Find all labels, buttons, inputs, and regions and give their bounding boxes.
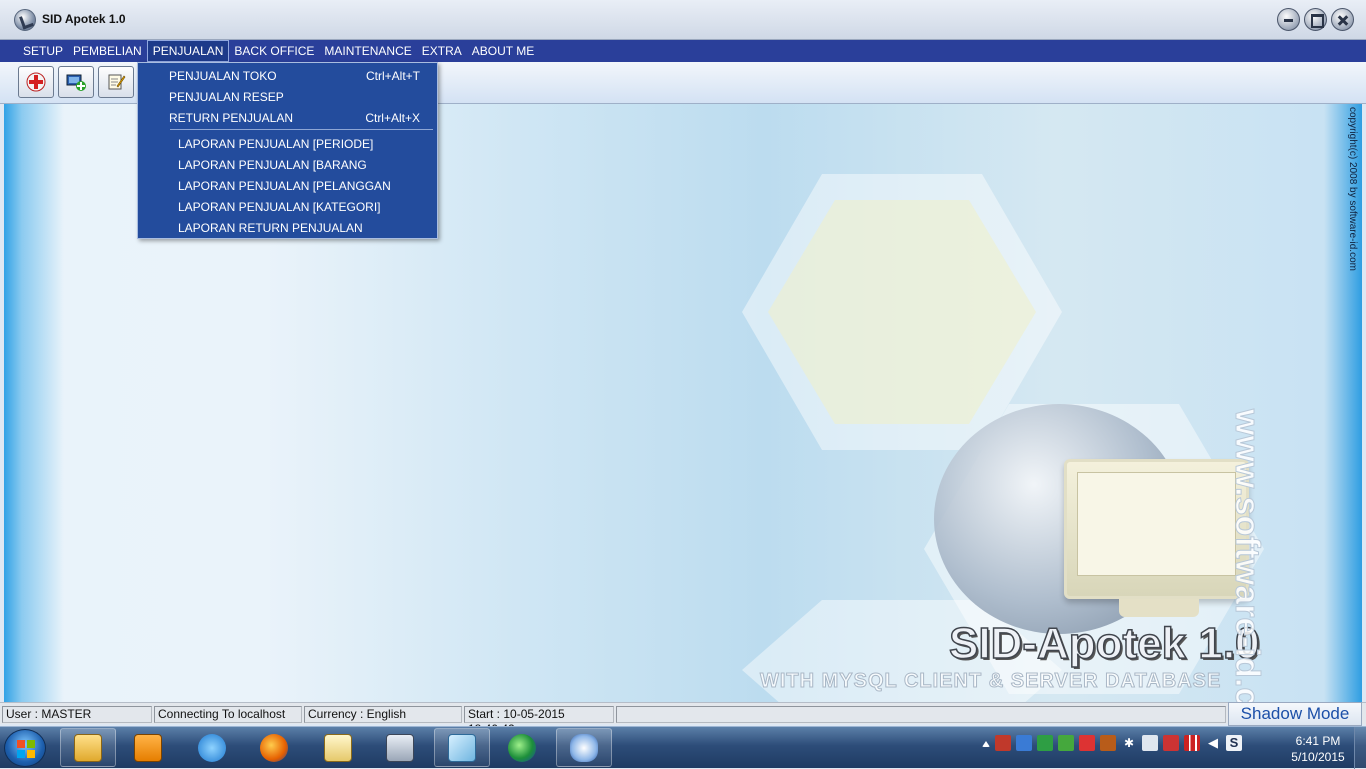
menu-item-laporan-periode[interactable]: LAPORAN PENJUALAN [PERIODE] bbox=[138, 134, 437, 155]
minimize-button[interactable] bbox=[1277, 8, 1300, 31]
menu-item-penjualan-toko[interactable]: PENJUALAN TOKO Ctrl+Alt+T bbox=[138, 66, 437, 87]
skype-s-icon[interactable]: S bbox=[1226, 735, 1242, 751]
taskbar-notepad-app[interactable] bbox=[310, 728, 366, 767]
folder-icon bbox=[74, 733, 102, 762]
title-bar: SID Apotek 1.0 bbox=[0, 0, 1366, 40]
update-icon[interactable] bbox=[1058, 735, 1074, 751]
monitor-image bbox=[1064, 459, 1249, 599]
windows-logo-icon bbox=[17, 740, 35, 758]
bluetooth-icon[interactable]: ✱ bbox=[1121, 735, 1137, 751]
menu-separator bbox=[170, 129, 433, 130]
penjualan-dropdown: PENJUALAN TOKO Ctrl+Alt+T PENJUALAN RESE… bbox=[137, 62, 438, 239]
start-button[interactable] bbox=[4, 729, 46, 767]
taskbar-media-player[interactable] bbox=[120, 728, 176, 767]
menu-maintenance[interactable]: MAINTENANCE bbox=[319, 40, 416, 62]
menu-extra[interactable]: EXTRA bbox=[417, 40, 467, 62]
menu-setup[interactable]: SETUP bbox=[18, 40, 68, 62]
shield-icon[interactable] bbox=[1079, 735, 1095, 751]
status-currency: Currency : English bbox=[304, 706, 462, 723]
status-start-time: Start : 10-05-2015 18:40:42 bbox=[464, 706, 614, 736]
clock-time: 6:41 PM bbox=[1295, 734, 1341, 748]
taskbar-firefox[interactable] bbox=[246, 728, 302, 767]
toolbar-button-add-monitor[interactable] bbox=[58, 66, 94, 98]
menu-item-laporan-pelanggan[interactable]: LAPORAN PENJUALAN [PELANGGAN bbox=[138, 176, 437, 197]
status-user: User : MASTER bbox=[2, 706, 152, 723]
menu-back-office[interactable]: BACK OFFICE bbox=[229, 40, 319, 62]
device-icon[interactable] bbox=[1163, 735, 1179, 751]
brand-title: SID-Apotek 1.0 bbox=[948, 618, 1260, 669]
status-empty-panel bbox=[616, 706, 1226, 723]
checkbox-icon[interactable] bbox=[1037, 735, 1053, 751]
taskbar-app-window[interactable] bbox=[372, 728, 428, 767]
taskbar-internet-explorer[interactable] bbox=[184, 728, 240, 767]
display-icon[interactable] bbox=[1142, 735, 1158, 751]
monitor-stand-image bbox=[1119, 599, 1199, 617]
menu-item-laporan-return[interactable]: LAPORAN RETURN PENJUALAN bbox=[138, 218, 437, 239]
globe-icon bbox=[508, 733, 536, 762]
taskbar-explorer[interactable] bbox=[60, 728, 116, 767]
show-desktop-button[interactable] bbox=[1354, 727, 1366, 769]
toolbar-button-medical[interactable] bbox=[18, 66, 54, 98]
volume-icon[interactable]: ◀ bbox=[1205, 735, 1221, 751]
edit-note-icon bbox=[108, 74, 126, 90]
window-app-icon bbox=[386, 733, 414, 762]
menu-bar: SETUP PEMBELIAN PENJUALAN BACK OFFICE MA… bbox=[0, 40, 1366, 62]
window-title: SID Apotek 1.0 bbox=[42, 12, 126, 26]
copyright-text: copyright(c) 2008 by software-id.com bbox=[1347, 107, 1358, 271]
menu-item-penjualan-resep[interactable]: PENJUALAN RESEP bbox=[138, 87, 437, 108]
brand-tagline: WITH MYSQL CLIENT & SERVER DATABASE bbox=[759, 670, 1222, 693]
clock-date: 5/10/2015 bbox=[1291, 750, 1345, 764]
menu-pembelian[interactable]: PEMBELIAN bbox=[68, 40, 147, 62]
taskbar-app-active[interactable] bbox=[434, 728, 490, 767]
add-monitor-icon bbox=[66, 74, 86, 91]
menu-item-laporan-barang[interactable]: LAPORAN PENJUALAN [BARANG bbox=[138, 155, 437, 176]
firefox-icon bbox=[260, 733, 288, 762]
pill-icon bbox=[570, 733, 598, 762]
internet-explorer-icon bbox=[198, 733, 226, 762]
menu-item-laporan-kategori[interactable]: LAPORAN PENJUALAN [KATEGORI] bbox=[138, 197, 437, 218]
toolbar-button-edit[interactable] bbox=[98, 66, 134, 98]
medical-cross-icon bbox=[26, 72, 46, 92]
notepad-icon bbox=[324, 733, 352, 762]
show-hidden-icons-icon[interactable] bbox=[982, 739, 990, 747]
signal-icon[interactable] bbox=[1184, 735, 1200, 751]
menu-penjualan[interactable]: PENJUALAN bbox=[146, 40, 230, 62]
menu-item-return-penjualan[interactable]: RETURN PENJUALAN Ctrl+Alt+X bbox=[138, 108, 437, 129]
brand-url: www.software-id.com bbox=[1228, 409, 1267, 703]
network-app-icon[interactable] bbox=[1016, 735, 1032, 751]
window-controls bbox=[1277, 8, 1354, 31]
system-tray: ✱ ◀ S bbox=[982, 735, 1242, 751]
maximize-button[interactable] bbox=[1304, 8, 1327, 31]
app-tray-icon[interactable] bbox=[1100, 735, 1116, 751]
menu-about-me[interactable]: ABOUT ME bbox=[467, 40, 539, 62]
media-player-icon bbox=[134, 733, 162, 762]
shadow-mode-button[interactable]: Shadow Mode bbox=[1228, 702, 1362, 726]
close-button[interactable] bbox=[1331, 8, 1354, 31]
app-icon[interactable] bbox=[14, 9, 36, 31]
security-icon[interactable] bbox=[995, 735, 1011, 751]
status-bar: User : MASTER Connecting To localhost Cu… bbox=[0, 702, 1366, 736]
document-app-icon bbox=[448, 733, 476, 762]
clock[interactable]: 6:41 PM 5/10/2015 bbox=[1286, 733, 1350, 765]
status-connection: Connecting To localhost bbox=[154, 706, 302, 723]
taskbar: ✱ ◀ S 6:41 PM 5/10/2015 bbox=[0, 726, 1366, 769]
taskbar-globe-app[interactable] bbox=[494, 728, 550, 767]
taskbar-sid-apotek[interactable] bbox=[556, 728, 612, 767]
